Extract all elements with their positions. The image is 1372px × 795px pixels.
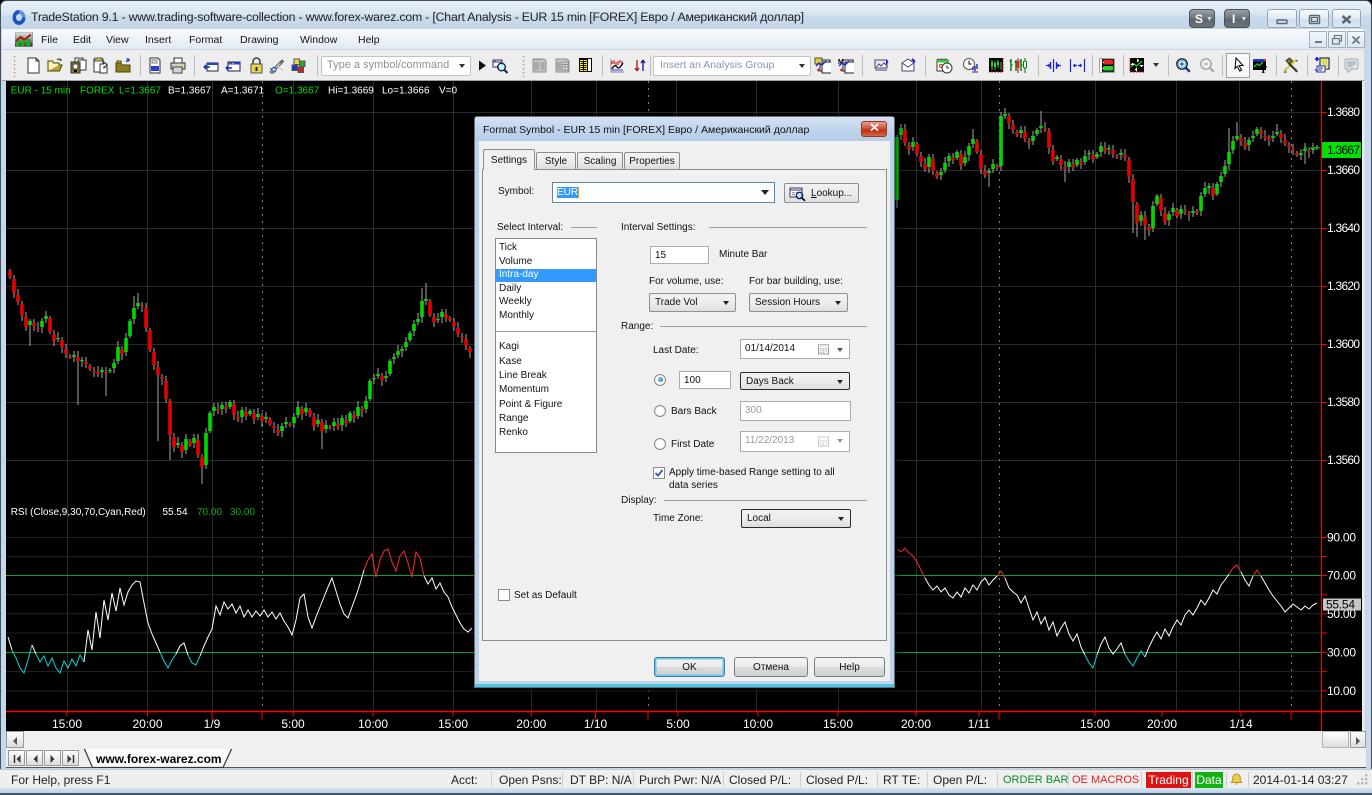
svg-text:O=1.3667: O=1.3667 (275, 86, 320, 97)
svg-text:1.3660: 1.3660 (1327, 163, 1360, 177)
svg-text:1.3680: 1.3680 (1327, 105, 1360, 119)
svg-text:1/9: 1/9 (204, 717, 221, 731)
svg-text:L=1.3667: L=1.3667 (119, 86, 161, 97)
svg-text:15:00: 15:00 (438, 717, 468, 731)
svg-text:1.3667: 1.3667 (1327, 143, 1360, 157)
svg-text:15:00: 15:00 (52, 717, 82, 731)
svg-text:70.00: 70.00 (1327, 569, 1356, 583)
svg-text:90.00: 90.00 (1327, 531, 1356, 545)
svg-text:20:00: 20:00 (516, 717, 546, 731)
svg-text:70.00: 70.00 (197, 507, 222, 518)
svg-text:T: T (1260, 65, 1267, 74)
svg-text:Lo=1.3666: Lo=1.3666 (382, 86, 430, 97)
svg-text:30.00: 30.00 (230, 507, 255, 518)
svg-text:55.54: 55.54 (1326, 598, 1355, 612)
svg-text:55.54: 55.54 (163, 507, 188, 518)
svg-text:RSI (Close,9,30,70,Cyan,Red): RSI (Close,9,30,70,Cyan,Red) (11, 507, 146, 518)
svg-text:30.00: 30.00 (1327, 645, 1356, 659)
svg-text:5:00: 5:00 (281, 717, 305, 731)
svg-text:5:00: 5:00 (666, 717, 690, 731)
svg-text:V=0: V=0 (439, 86, 458, 97)
svg-text:15:00: 15:00 (1080, 717, 1110, 731)
svg-text:1.3580: 1.3580 (1327, 395, 1360, 409)
svg-text:20:00: 20:00 (132, 717, 162, 731)
svg-text:1/14: 1/14 (1229, 717, 1253, 731)
svg-text:1/10: 1/10 (584, 717, 608, 731)
svg-text:1.3640: 1.3640 (1327, 221, 1360, 235)
svg-text:1.3620: 1.3620 (1327, 279, 1360, 293)
svg-text:1.3560: 1.3560 (1327, 453, 1360, 467)
svg-text:1/11: 1/11 (968, 717, 991, 731)
svg-text:1.3600: 1.3600 (1327, 337, 1360, 351)
svg-text:10:00: 10:00 (743, 717, 773, 731)
svg-text:B=1.3667: B=1.3667 (168, 86, 212, 97)
svg-text:15:00: 15:00 (823, 717, 853, 731)
svg-text:10.00: 10.00 (1327, 684, 1356, 698)
svg-text:Hi=1.3669: Hi=1.3669 (328, 86, 374, 97)
svg-text:EUR - 15 min: EUR - 15 min (11, 86, 71, 97)
svg-text:FOREX: FOREX (80, 86, 115, 97)
svg-text:10:00: 10:00 (358, 717, 388, 731)
svg-text:20:00: 20:00 (1147, 717, 1177, 731)
svg-text:20:00: 20:00 (901, 717, 931, 731)
svg-text:A=1.3671: A=1.3671 (221, 86, 265, 97)
